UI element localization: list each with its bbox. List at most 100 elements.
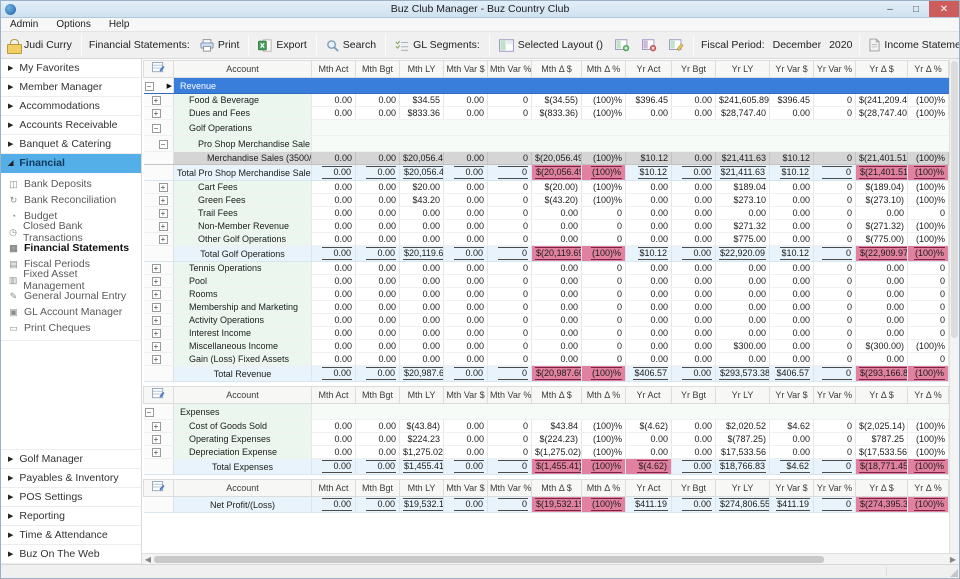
account-cell[interactable]: Total Golf Operations <box>174 246 312 262</box>
grid-row-cart-fees[interactable]: +Cart Fees0.000.00$20.000.000$(20.00)(10… <box>144 181 949 194</box>
value-cell[interactable]: $(189.04) <box>856 181 908 194</box>
value-cell[interactable]: 0.00 <box>400 207 444 220</box>
value-cell[interactable]: $(1,275.02) <box>532 446 582 459</box>
value-cell[interactable]: $21,411.63 <box>716 165 770 181</box>
value-cell[interactable]: 0.00 <box>770 275 814 288</box>
horizontal-scrollbar-thumb[interactable] <box>154 556 824 563</box>
account-cell[interactable]: Expenses <box>174 404 312 420</box>
value-cell[interactable]: 0.00 <box>312 340 356 353</box>
account-cell[interactable]: Depreciation Expense <box>174 446 312 459</box>
value-cell[interactable]: 0.00 <box>770 433 814 446</box>
value-cell[interactable]: 0 <box>582 327 626 340</box>
value-cell[interactable]: 0.00 <box>312 314 356 327</box>
value-cell[interactable]: $406.57 <box>770 366 814 382</box>
value-cell[interactable]: 0 <box>814 94 856 107</box>
column-header-mth-bgt[interactable]: Mth Bgt <box>356 61 400 78</box>
account-cell[interactable]: Gain (Loss) Fixed Assets <box>174 353 312 366</box>
value-cell[interactable]: 0.00 <box>856 275 908 288</box>
value-cell[interactable]: 0.00 <box>716 353 770 366</box>
value-cell[interactable]: 0.00 <box>626 314 672 327</box>
value-cell[interactable]: 0.00 <box>770 262 814 275</box>
value-cell[interactable]: $10.12 <box>770 246 814 262</box>
value-cell[interactable]: 0.00 <box>400 340 444 353</box>
value-cell[interactable]: 0 <box>814 366 856 382</box>
value-cell[interactable]: $293,573.38 <box>716 366 770 382</box>
grid-row-total-golf-operations[interactable]: Total Golf Operations0.000.00$20,119.690… <box>144 246 949 262</box>
value-cell[interactable]: $224.23 <box>400 433 444 446</box>
value-cell[interactable]: (100)% <box>582 366 626 382</box>
value-cell[interactable]: 0.00 <box>312 94 356 107</box>
value-cell[interactable]: 0 <box>582 207 626 220</box>
value-cell[interactable]: 0.00 <box>312 233 356 246</box>
value-cell[interactable]: 0.00 <box>672 262 716 275</box>
value-cell[interactable]: 0.00 <box>356 275 400 288</box>
sidebar-subitem-bank-deposits[interactable]: ◫Bank Deposits <box>1 176 141 192</box>
value-cell[interactable]: 0.00 <box>672 301 716 314</box>
value-cell[interactable]: 0 <box>908 262 949 275</box>
value-cell[interactable]: 0 <box>488 152 532 165</box>
value-cell[interactable]: 0 <box>814 340 856 353</box>
value-cell[interactable]: 0 <box>582 220 626 233</box>
account-cell[interactable]: Membership and Marketing <box>174 301 312 314</box>
value-cell[interactable]: 0.00 <box>672 420 716 433</box>
expand-icon[interactable]: + <box>152 355 161 364</box>
value-cell[interactable]: 0 <box>488 497 532 513</box>
value-cell[interactable]: $22,920.09 <box>716 246 770 262</box>
value-cell[interactable]: 0.00 <box>356 288 400 301</box>
value-cell[interactable]: 0.00 <box>356 94 400 107</box>
value-cell[interactable]: 0.00 <box>626 194 672 207</box>
column-header-yr-var-[interactable]: Yr Var $ <box>770 480 814 497</box>
value-cell[interactable]: 0.00 <box>312 246 356 262</box>
account-cell[interactable]: Operating Expenses <box>174 433 312 446</box>
value-cell[interactable]: (100)% <box>908 181 949 194</box>
column-header-yr-[interactable]: Yr Δ % <box>908 387 949 404</box>
value-cell[interactable]: $271.32 <box>716 220 770 233</box>
value-cell[interactable]: 0 <box>814 353 856 366</box>
value-cell[interactable]: (100)% <box>582 94 626 107</box>
column-header-yr-[interactable]: Yr Δ $ <box>856 480 908 497</box>
value-cell[interactable]: (100)% <box>908 152 949 165</box>
value-cell[interactable]: 0.00 <box>312 207 356 220</box>
value-cell[interactable]: 0 <box>814 497 856 513</box>
value-cell[interactable]: 0 <box>488 246 532 262</box>
value-cell[interactable]: 0 <box>582 340 626 353</box>
account-cell[interactable]: Green Fees <box>174 194 312 207</box>
value-cell[interactable]: 0.00 <box>672 94 716 107</box>
value-cell[interactable]: $18,766.83 <box>716 459 770 475</box>
value-cell[interactable]: 0 <box>488 340 532 353</box>
value-cell[interactable]: 0.00 <box>532 288 582 301</box>
value-cell[interactable]: 0.00 <box>312 433 356 446</box>
column-header-mth-var-[interactable]: Mth Var $ <box>444 61 488 78</box>
value-cell[interactable]: 0.00 <box>716 275 770 288</box>
value-cell[interactable]: 0.00 <box>856 301 908 314</box>
grid-row-non-member-revenue[interactable]: +Non-Member Revenue0.000.000.000.0000.00… <box>144 220 949 233</box>
value-cell[interactable]: 0 <box>488 446 532 459</box>
value-cell[interactable]: 0.00 <box>356 366 400 382</box>
value-cell[interactable]: (100)% <box>582 459 626 475</box>
collapse-icon[interactable]: − <box>152 124 161 133</box>
grid-row-total-pro-shop-merchandise-sale[interactable]: Total Pro Shop Merchandise Sale0.000.00$… <box>144 165 949 181</box>
value-cell[interactable]: (100)% <box>582 107 626 120</box>
account-cell[interactable]: Merchandise Sales (3500/04/FXPS/) <box>174 152 312 165</box>
value-cell[interactable]: 0.00 <box>532 220 582 233</box>
value-cell[interactable]: 0.00 <box>356 152 400 165</box>
value-cell[interactable]: $43.20 <box>400 194 444 207</box>
sidebar-subitem-closed-bank-transactions[interactable]: ◷Closed Bank Transactions <box>1 224 141 240</box>
value-cell[interactable]: 0.00 <box>312 301 356 314</box>
sidebar-item-time-attendance[interactable]: ▶Time & Attendance <box>1 526 141 545</box>
grid-row-activity-operations[interactable]: +Activity Operations0.000.000.000.0000.0… <box>144 314 949 327</box>
value-cell[interactable]: (100)% <box>582 246 626 262</box>
value-cell[interactable]: 0 <box>814 275 856 288</box>
value-cell[interactable]: 0 <box>814 194 856 207</box>
menu-admin[interactable]: Admin <box>1 19 47 30</box>
column-header-yr-bgt[interactable]: Yr Bgt <box>672 480 716 497</box>
value-cell[interactable]: 0 <box>908 353 949 366</box>
value-cell[interactable]: 0.00 <box>356 194 400 207</box>
value-cell[interactable]: 0.00 <box>856 207 908 220</box>
value-cell[interactable]: (100)% <box>582 194 626 207</box>
value-cell[interactable]: 0.00 <box>716 327 770 340</box>
sidebar-subitem-financial-statements[interactable]: ▦Financial Statements <box>1 240 141 256</box>
grid-row-tennis-operations[interactable]: +Tennis Operations0.000.000.000.0000.000… <box>144 262 949 275</box>
value-cell[interactable]: 0.00 <box>312 220 356 233</box>
value-cell[interactable]: 0 <box>582 262 626 275</box>
